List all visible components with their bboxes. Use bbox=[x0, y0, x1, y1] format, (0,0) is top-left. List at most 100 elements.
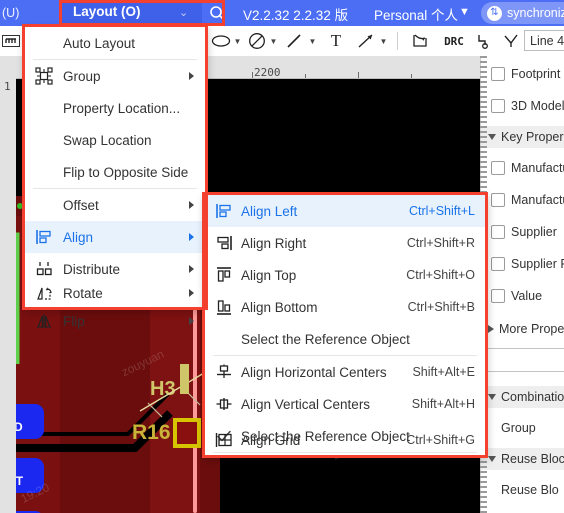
align-left-icon bbox=[35, 228, 53, 246]
property-label: 3D Model T bbox=[511, 99, 564, 113]
property-row-supplier[interactable]: Supplier bbox=[491, 222, 557, 242]
checkbox-icon[interactable] bbox=[491, 161, 505, 175]
property-row-group[interactable]: Group bbox=[501, 418, 536, 438]
dimension-tool-chevron-down-icon[interactable]: ▼ bbox=[379, 29, 388, 53]
line-tool-chevron-down-icon[interactable]: ▼ bbox=[308, 29, 317, 53]
menu-item-auto-layout[interactable]: Auto Layout bbox=[25, 27, 205, 59]
via-marker bbox=[17, 203, 23, 209]
line-width-selector[interactable]: Line 4 bbox=[524, 30, 564, 51]
menu-item-flip[interactable]: Flip bbox=[25, 305, 205, 337]
checkbox-icon[interactable] bbox=[491, 225, 505, 239]
checkbox-icon[interactable] bbox=[491, 289, 505, 303]
vertical-ruler-label: 1 bbox=[4, 80, 11, 93]
submenu-item-shortcut: Ctrl+Shift+B bbox=[407, 300, 475, 314]
no-entry-tool-chevron-down-icon[interactable]: ▼ bbox=[269, 29, 278, 53]
checkbox-icon[interactable] bbox=[491, 257, 505, 271]
submenu-item-shortcut: Shift+Alt+E bbox=[412, 365, 475, 379]
align-left-icon bbox=[215, 202, 233, 220]
property-row-footprint[interactable]: Footprint bbox=[491, 64, 560, 84]
app-root: (U) Layout (O) ⌄ V2.2.32 2.2.32 版 Person… bbox=[0, 0, 564, 513]
chevron-down-icon bbox=[488, 456, 496, 462]
footprint-tool-icon[interactable] bbox=[0, 29, 22, 53]
section-key-properties[interactable]: Key Proper bbox=[481, 126, 564, 148]
property-row-reuse-block[interactable]: Reuse Blo bbox=[501, 480, 559, 500]
no-entry-tool-icon[interactable] bbox=[247, 29, 267, 53]
ellipse-tool-chevron-down-icon[interactable]: ▼ bbox=[233, 29, 242, 53]
cloud-sync-icon: ⇅ bbox=[487, 5, 502, 21]
checkbox-icon[interactable] bbox=[491, 99, 505, 113]
align-grid-icon bbox=[215, 431, 233, 449]
angle-tool-icon[interactable] bbox=[500, 29, 522, 53]
vertical-ruler[interactable]: 1 bbox=[0, 56, 16, 513]
submenu-item-shortcut: Ctrl+Shift+R bbox=[406, 236, 475, 250]
toolbar-divider-2 bbox=[397, 32, 398, 50]
chevron-right-icon bbox=[488, 325, 494, 333]
ruler-tick bbox=[358, 72, 359, 78]
layout-menu-button[interactable]: Layout (O) ⌄ bbox=[60, 0, 202, 26]
submenu-item-align-bottom[interactable]: Align Bottom Ctrl+Shift+B bbox=[205, 291, 485, 323]
menu-item-label: Rotate bbox=[63, 285, 103, 301]
menu-item-align[interactable]: Align bbox=[25, 221, 205, 253]
menu-item-label: Offset bbox=[63, 197, 99, 213]
account-type-label[interactable]: Personal 个人 bbox=[374, 4, 458, 24]
line-tool-icon[interactable] bbox=[284, 29, 304, 53]
checkbox-icon[interactable] bbox=[491, 67, 505, 81]
account-chevron-down-icon[interactable]: ▼ bbox=[459, 6, 470, 18]
section-reuse-block[interactable]: Reuse Bloc bbox=[481, 448, 564, 470]
menu-item-swap-location[interactable]: Swap Location bbox=[25, 124, 205, 156]
submenu-item-align-left[interactable]: Align Left Ctrl+Shift+L bbox=[205, 195, 485, 227]
property-row-supplier-part[interactable]: Supplier P bbox=[491, 254, 564, 274]
designator-r16: R16 bbox=[132, 421, 171, 444]
route-tool-icon[interactable] bbox=[473, 29, 495, 53]
place-tool-icon[interactable] bbox=[409, 29, 431, 53]
property-row-3d-model[interactable]: 3D Model T bbox=[491, 96, 564, 116]
menu-item-label: Group bbox=[63, 68, 101, 84]
chevron-right-icon bbox=[189, 317, 194, 325]
submenu-item-align-top[interactable]: Align Top Ctrl+Shift+O bbox=[205, 259, 485, 291]
submenu-item-align-horizontal-centers[interactable]: Align Horizontal Centers Shift+Alt+E bbox=[205, 356, 485, 388]
distribute-icon bbox=[35, 260, 53, 278]
chevron-right-icon bbox=[189, 233, 194, 241]
align-bottom-icon bbox=[215, 298, 233, 316]
checkbox-icon[interactable] bbox=[491, 193, 505, 207]
ruler-tick bbox=[411, 74, 412, 78]
text-tool-icon[interactable]: T bbox=[326, 29, 346, 53]
top-bar: (U) Layout (O) ⌄ V2.2.32 2.2.32 版 Person… bbox=[0, 0, 564, 26]
align-hcenter-icon bbox=[215, 363, 233, 381]
search-icon[interactable] bbox=[209, 5, 225, 21]
layout-dropdown-menu: Auto Layout Group Property Location... S bbox=[24, 26, 208, 329]
property-row-manufacturer-part[interactable]: Manufactu bbox=[491, 190, 564, 210]
submenu-item-align-vertical-centers[interactable]: Align Vertical Centers Shift+Alt+H bbox=[205, 388, 485, 420]
dimension-tool-icon[interactable] bbox=[355, 29, 377, 53]
property-row-manufacturer[interactable]: Manufactu bbox=[491, 158, 564, 178]
menu-item-flip-to-opposite-side[interactable]: Flip to Opposite Side bbox=[25, 156, 205, 188]
ruler-label: 2200 bbox=[254, 66, 281, 79]
submenu-item-label: Align Top bbox=[241, 267, 297, 283]
chevron-right-icon bbox=[189, 201, 194, 209]
menu-item-offset[interactable]: Offset bbox=[25, 189, 205, 221]
property-label: Manufactu bbox=[511, 193, 564, 207]
property-row-value[interactable]: Value bbox=[491, 286, 542, 306]
menu-item-group[interactable]: Group bbox=[25, 60, 205, 92]
flip-icon bbox=[35, 312, 53, 330]
submenu-item-align-right[interactable]: Align Right Ctrl+Shift+R bbox=[205, 227, 485, 259]
property-search-input[interactable] bbox=[487, 348, 564, 372]
submenu-item-select-reference-object-1[interactable]: Select the Reference Object bbox=[205, 323, 485, 355]
section-label: Combinatio bbox=[501, 390, 564, 404]
submenu-item-align-grid[interactable]: Align Grid Ctrl+Shift+G bbox=[205, 424, 485, 456]
menu-item-property-location[interactable]: Property Location... bbox=[25, 92, 205, 124]
component-r16[interactable] bbox=[173, 418, 201, 448]
chevron-right-icon bbox=[189, 72, 194, 80]
property-label: Value bbox=[511, 289, 543, 303]
drc-tool-icon[interactable]: DRC bbox=[440, 29, 468, 53]
submenu-item-label: Align Right bbox=[241, 235, 307, 251]
ellipse-tool-icon[interactable] bbox=[211, 29, 231, 53]
submenu-item-label: Align Grid bbox=[241, 432, 301, 448]
layout-menu-label: Layout (O) bbox=[73, 4, 141, 19]
ruler-tick bbox=[252, 72, 253, 78]
section-more-properties[interactable]: More Prope bbox=[481, 318, 564, 340]
section-label: Reuse Bloc bbox=[501, 452, 564, 466]
section-combination[interactable]: Combinatio bbox=[481, 386, 564, 408]
sync-status-badge[interactable]: ⇅ synchronizing: bbox=[481, 2, 564, 24]
silk-crosshair bbox=[139, 372, 205, 418]
